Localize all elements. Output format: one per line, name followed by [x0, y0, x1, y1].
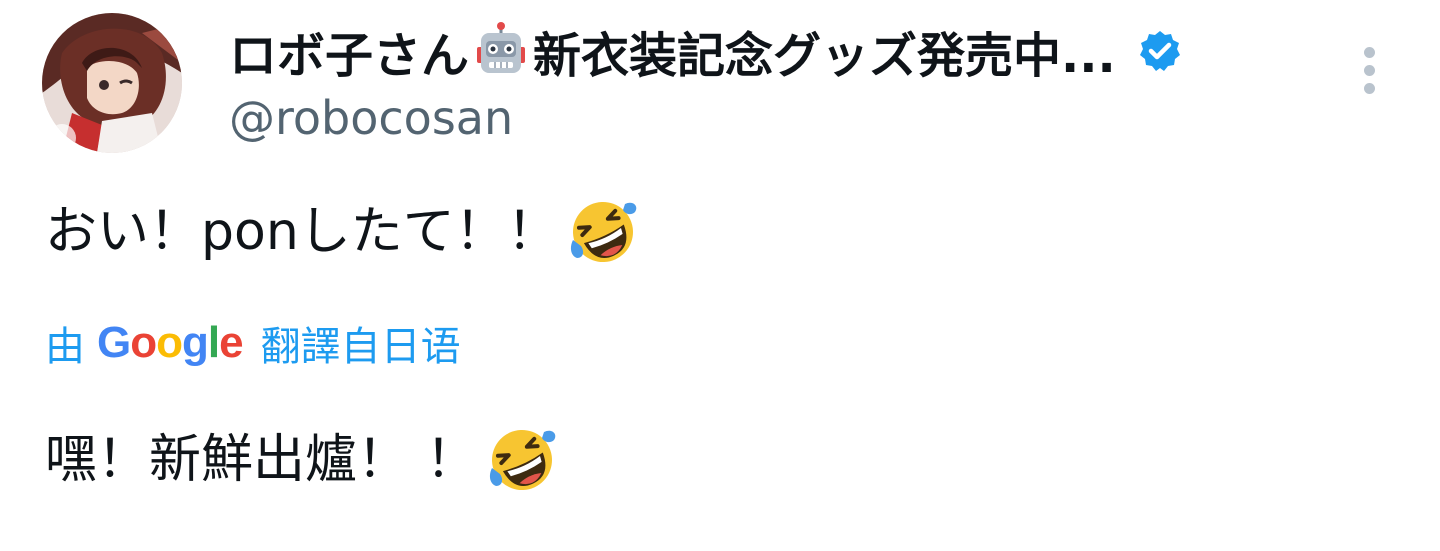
robot-icon [471, 21, 531, 81]
google-logo-letter: o [130, 318, 157, 367]
display-name-suffix[interactable]: 新衣装記念グッズ発売中... [533, 16, 1116, 86]
more-dot [1364, 83, 1375, 94]
translation-attribution[interactable]: 由 Google 翻譯自日语 [45, 315, 461, 371]
google-logo-letter: l [207, 318, 220, 367]
more-dot [1364, 65, 1375, 76]
name-row[interactable]: ロボ子さん 新衣装記念グッズ発売中... [229, 18, 1349, 84]
user-handle[interactable]: @robocosan [229, 88, 1349, 148]
rofl-emoji-icon [567, 196, 639, 268]
tweet-text: おい！ponしたて！！ [45, 196, 639, 268]
avatar[interactable] [42, 13, 182, 153]
rofl-emoji-icon [486, 424, 558, 496]
google-logo-letter: G [97, 318, 131, 367]
google-logo: Google [97, 318, 244, 368]
verified-badge-icon[interactable] [1138, 29, 1182, 73]
avatar-image [42, 13, 182, 153]
more-options-icon[interactable] [1352, 44, 1388, 96]
translation-suffix: 翻譯自日语 [260, 324, 461, 370]
tweet-text-content: おい！ponしたて！！ [45, 202, 559, 262]
translation-prefix: 由 [45, 324, 85, 370]
more-dot [1364, 47, 1375, 58]
translated-text: 嘿！新鮮出爐！ ！ [45, 424, 558, 496]
display-name[interactable]: ロボ子さん [229, 16, 469, 86]
tweet-card[interactable]: ロボ子さん 新衣装記念グッズ発売中... @robocosan おい！ponした… [0, 0, 1440, 551]
translated-text-content: 嘿！新鮮出爐！ ！ [45, 430, 478, 490]
google-logo-letter: g [182, 318, 209, 367]
google-logo-letter: e [219, 318, 244, 367]
google-logo-letter: o [156, 318, 183, 367]
tweet-header: ロボ子さん 新衣装記念グッズ発売中... @robocosan [229, 18, 1349, 148]
